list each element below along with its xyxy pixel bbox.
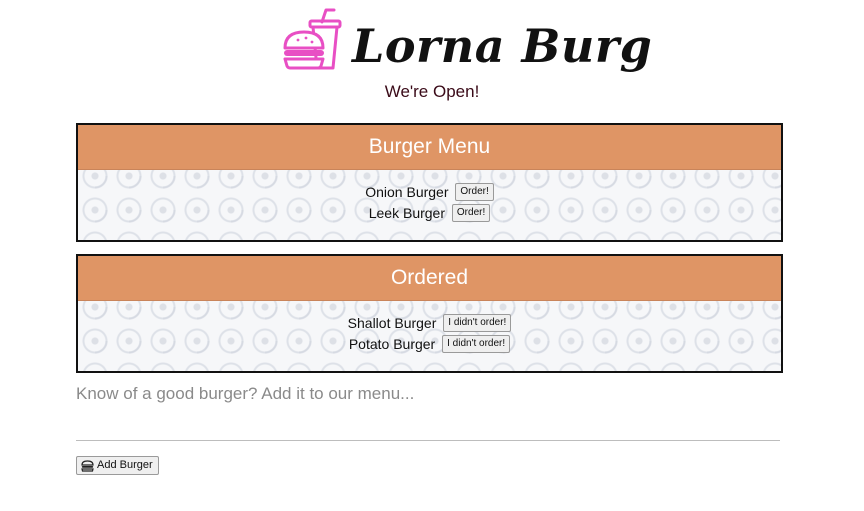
burger-name: Shallot Burger bbox=[347, 314, 437, 331]
burger-icon bbox=[81, 459, 94, 472]
panel-title: Burger Menu bbox=[78, 125, 781, 170]
unorder-button[interactable]: I didn't order! bbox=[442, 335, 511, 354]
ordered-list: Shallot Burger I didn't order! Potato Bu… bbox=[78, 301, 781, 354]
open-status: We're Open! bbox=[384, 82, 480, 101]
burger-name-input[interactable] bbox=[76, 408, 780, 441]
list-item: Onion Burger Order! bbox=[78, 181, 781, 202]
burger-name: Potato Burger bbox=[348, 335, 436, 352]
menu-list: Onion Burger Order! Leek Burger Order! bbox=[78, 170, 781, 223]
burger-name: Leek Burger bbox=[368, 204, 446, 221]
ordered-panel: Ordered Shallot Burger I didn't order! P… bbox=[76, 254, 783, 373]
burger-name: Onion Burger bbox=[365, 183, 449, 200]
list-item: Leek Burger Order! bbox=[78, 202, 781, 223]
add-burger-label-text: Add Burger bbox=[97, 459, 153, 471]
burger-and-drink-icon bbox=[282, 8, 344, 72]
brand-name: Lorna Burg bbox=[352, 19, 653, 73]
unorder-button[interactable]: I didn't order! bbox=[443, 314, 512, 333]
list-item: Potato Burger I didn't order! bbox=[78, 333, 781, 354]
page: Lorna Burg We're Open! Burger Menu Onion… bbox=[0, 0, 864, 511]
order-button[interactable]: Order! bbox=[451, 204, 491, 223]
burger-menu-panel: Burger Menu Onion Burger Order! Leek Bur… bbox=[76, 123, 783, 242]
add-burger-label: Know of a good burger? Add it to our men… bbox=[76, 384, 415, 403]
list-item: Shallot Burger I didn't order! bbox=[78, 312, 781, 333]
order-button[interactable]: Order! bbox=[455, 183, 494, 202]
add-burger-button[interactable]: Add Burger bbox=[76, 456, 159, 475]
panel-title: Ordered bbox=[78, 256, 781, 301]
header: Lorna Burg We're Open! bbox=[0, 0, 864, 110]
